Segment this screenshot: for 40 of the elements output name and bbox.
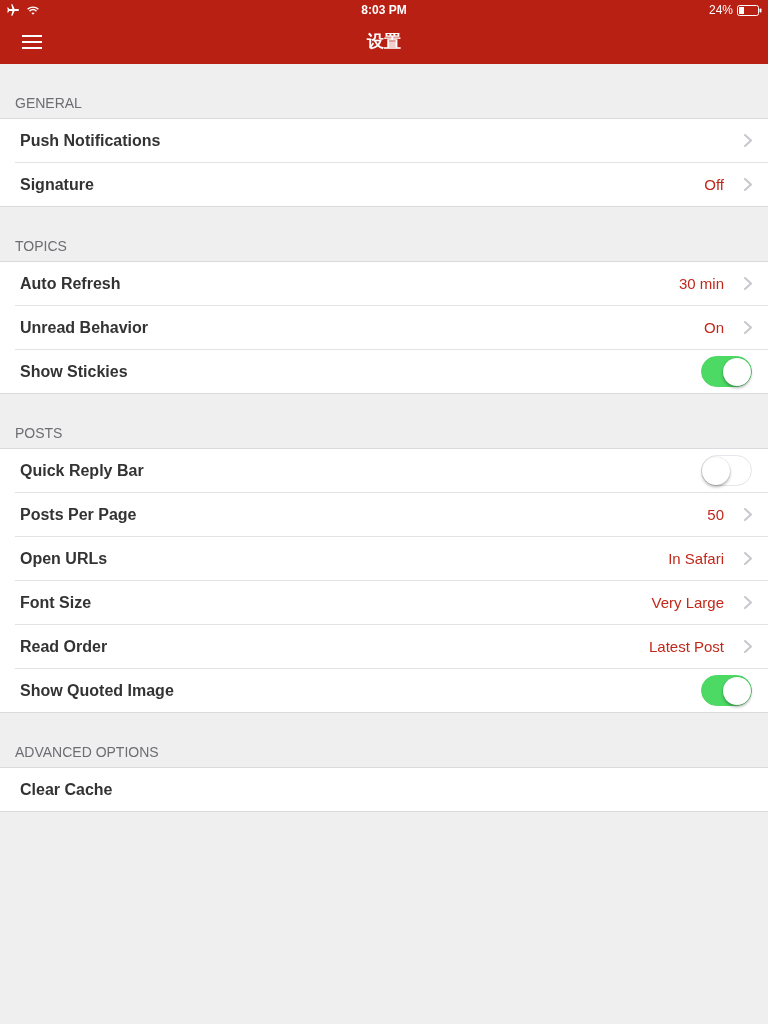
airplane-icon [6,4,19,16]
screen-title: 设置 [365,31,402,53]
chevron-right-icon [744,552,752,565]
chevron-right-icon [744,134,752,147]
battery-percentage: 24% [708,3,733,17]
settings-row[interactable]: Clear Cache [0,768,768,811]
settings-row[interactable]: Push Notifications [0,119,768,162]
toggle-switch[interactable] [701,356,752,387]
menu-icon[interactable] [22,35,42,49]
row-value: 30 min [678,275,724,292]
status-time: 8:03 PM [361,3,407,17]
chevron-right-icon [744,321,752,334]
settings-row[interactable]: Open URLs In Safari [0,537,768,580]
section-header: POSTS [15,425,63,441]
row-value: 50 [707,506,724,523]
settings-row[interactable]: Read Order Latest Post [0,625,768,668]
section-header: GENERAL [15,95,82,111]
row-value: In Safari [668,550,724,567]
settings-row[interactable]: Posts Per Page 50 [0,493,768,536]
section-header: TOPICS [15,238,67,254]
toggle-switch[interactable] [701,675,752,706]
chevron-right-icon [744,596,752,609]
chevron-right-icon [744,640,752,653]
wifi-icon [27,5,39,15]
row-value: On [704,319,724,336]
settings-row[interactable]: Font Size Very Large [0,581,768,624]
chevron-right-icon [744,277,752,290]
row-label: Quick Reply Bar [20,461,145,480]
chevron-right-icon [744,178,752,191]
battery-icon [737,4,762,16]
row-label: Show Stickies [20,362,129,381]
settings-row[interactable]: Auto Refresh 30 min [0,262,768,305]
row-value: Latest Post [648,638,724,655]
section-header: ADVANCED OPTIONS [15,744,159,760]
settings-row[interactable]: Signature Off [0,163,768,206]
row-value: Very Large [651,594,724,611]
chevron-right-icon [744,508,752,521]
settings-row[interactable]: Unread Behavior On [0,306,768,349]
row-value: Off [704,176,724,193]
row-label: Show Quoted Image [20,681,175,700]
